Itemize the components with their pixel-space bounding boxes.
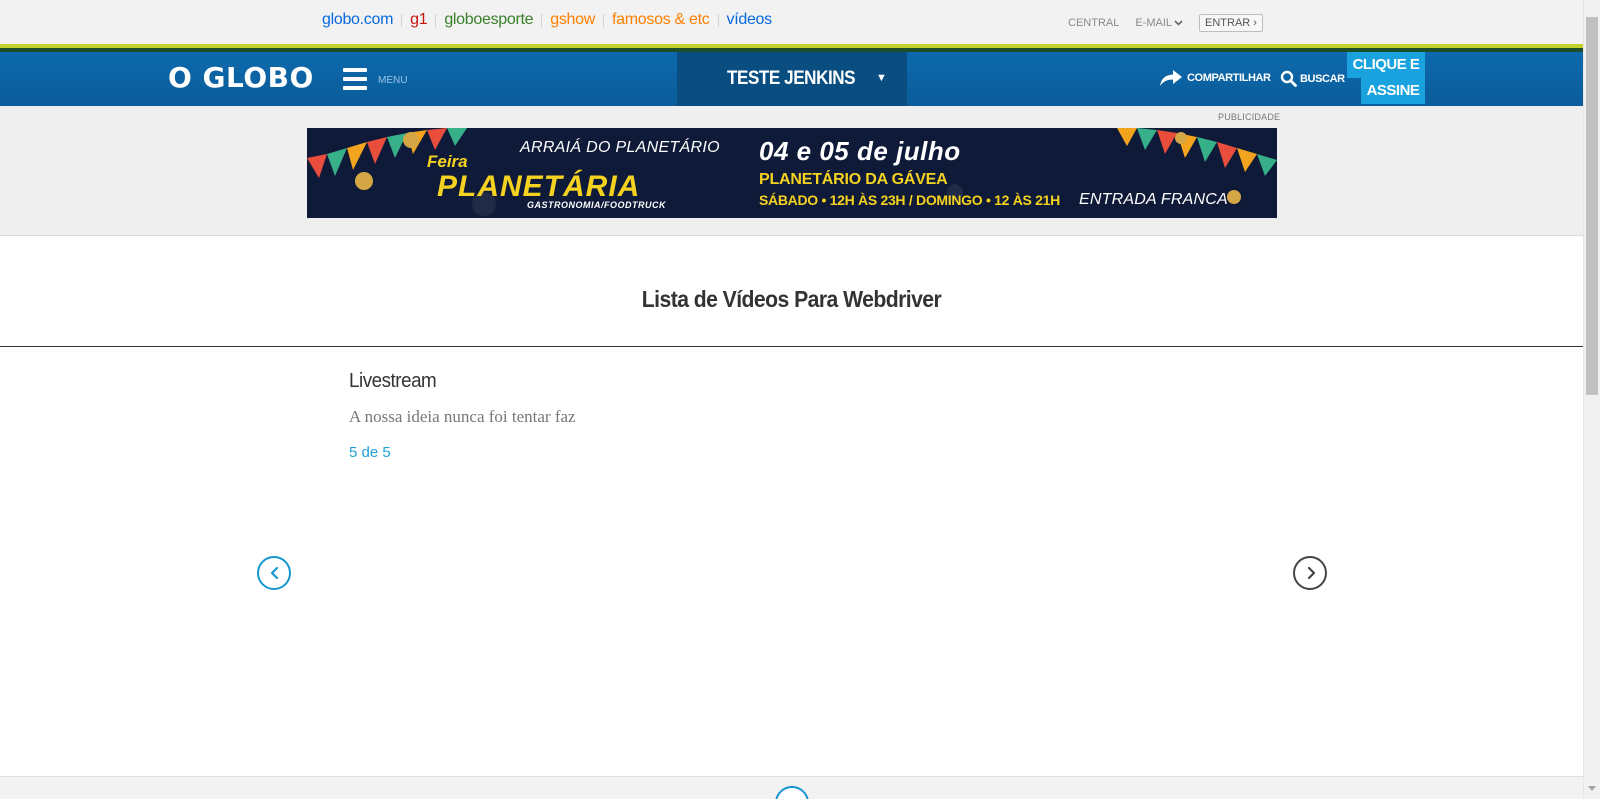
previous-video-button[interactable] — [257, 556, 291, 590]
next-video-button[interactable] — [1293, 556, 1327, 590]
search-button[interactable]: BUSCAR — [1280, 70, 1345, 87]
divider — [541, 13, 543, 27]
divider — [435, 13, 437, 27]
chevron-right-icon — [1307, 566, 1316, 580]
search-label: BUSCAR — [1300, 72, 1345, 85]
main-header: O GLOBO MENU TESTE JENKINS ▼ COMPARTILHA… — [0, 52, 1583, 106]
light-bulb-decoration — [355, 172, 373, 190]
link-famosos[interactable]: famosos & etc — [612, 11, 710, 29]
section-selector[interactable]: TESTE JENKINS ▼ — [677, 52, 907, 106]
light-bulb-decoration — [1175, 132, 1187, 144]
share-label: COMPARTILHAR — [1187, 72, 1271, 84]
chevron-left-icon — [270, 566, 279, 580]
light-bulb-decoration — [1227, 190, 1241, 204]
video-description: A nossa ideia nunca foi tentar faz — [349, 407, 576, 426]
email-label: E-MAIL — [1135, 17, 1173, 29]
page: globo.com g1 globoesporte gshow famosos … — [0, 0, 1600, 799]
title-divider — [0, 346, 1583, 347]
ad-feira-text: Feira — [427, 152, 468, 171]
bunting-right-decoration — [1117, 128, 1277, 176]
divider — [717, 13, 719, 27]
link-g1[interactable]: g1 — [410, 11, 428, 29]
ad-label: PUBLICIDADE — [1218, 112, 1281, 122]
ad-gastronomia-text: GASTRONOMIA/FOODTRUCK — [527, 200, 666, 210]
search-icon — [1280, 70, 1297, 87]
scroll-down-arrow-icon[interactable] — [1588, 786, 1596, 791]
email-dropdown[interactable]: E-MAIL — [1135, 17, 1183, 29]
page-title: Lista de Vídeos Para Webdriver — [641, 286, 942, 312]
o-globo-logo[interactable]: O GLOBO — [168, 61, 314, 94]
subscribe-banner-line2[interactable]: ASSINE — [1361, 78, 1425, 104]
globo-portal-links: globo.com g1 globoesporte gshow famosos … — [322, 11, 772, 29]
chevron-down-icon — [1174, 20, 1183, 26]
caret-down-icon: ▼ — [876, 72, 887, 84]
ad-area: PUBLICIDADE ARRAIÁ DO PLANETÁRIO Feira P… — [0, 106, 1583, 236]
ad-date-text: 04 e 05 de julho — [759, 136, 961, 166]
link-gshow[interactable]: gshow — [550, 11, 595, 29]
ad-hours-text: SÁBADO • 12H ÀS 23H / DOMINGO • 12 ÀS 21… — [759, 192, 1060, 208]
globo-top-bar: globo.com g1 globoesporte gshow famosos … — [0, 0, 1583, 44]
divider — [603, 13, 605, 27]
link-videos[interactable]: vídeos — [727, 11, 773, 29]
menu-label[interactable]: MENU — [378, 75, 407, 86]
ad-banner[interactable]: ARRAIÁ DO PLANETÁRIO Feira PLANETÁRIA GA… — [307, 128, 1277, 218]
vertical-scrollbar[interactable] — [1583, 0, 1600, 799]
account-links: CENTRAL E-MAIL ENTRAR › — [1068, 14, 1263, 32]
video-counter: 5 de 5 — [349, 444, 391, 461]
subscribe-banner-line1[interactable]: CLIQUE E — [1347, 52, 1425, 78]
link-globoesporte[interactable]: globoesporte — [444, 11, 533, 29]
divider — [401, 13, 403, 27]
share-button[interactable]: COMPARTILHAR — [1159, 69, 1271, 87]
ad-planetaria-text: PLANETÁRIA — [437, 170, 641, 203]
hamburger-icon[interactable] — [343, 68, 367, 90]
entrar-button[interactable]: ENTRAR › — [1199, 14, 1263, 32]
ad-arraia-text: ARRAIÁ DO PLANETÁRIO — [520, 139, 720, 156]
section-title: TESTE JENKINS — [727, 68, 856, 89]
share-arrow-icon — [1160, 70, 1182, 86]
ad-entrada-text: ENTRADA FRANCA — [1079, 191, 1228, 208]
scrollbar-thumb[interactable] — [1586, 17, 1598, 395]
light-bulb-decoration — [403, 132, 419, 148]
link-globo-com[interactable]: globo.com — [322, 11, 393, 29]
ad-place-text: PLANETÁRIO DA GÁVEA — [759, 171, 948, 188]
central-link[interactable]: CENTRAL — [1068, 17, 1119, 29]
video-title[interactable]: Livestream — [349, 370, 437, 393]
